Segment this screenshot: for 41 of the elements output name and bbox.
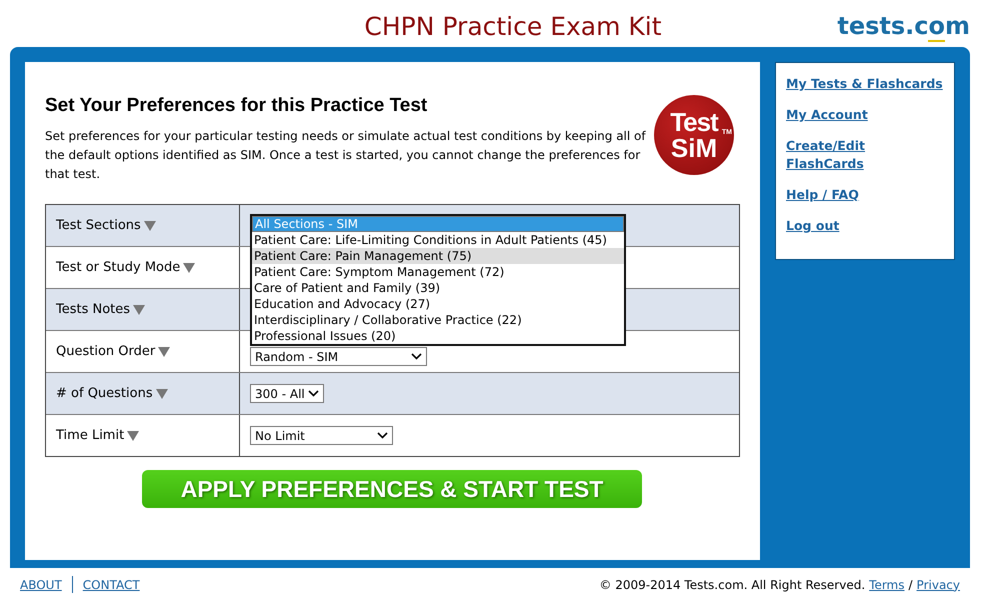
sidebar-link[interactable]: My Account — [786, 106, 944, 124]
dropdown-triangle-icon[interactable] — [158, 347, 170, 357]
sidebar-link[interactable]: My Tests & Flashcards — [786, 75, 944, 93]
dropdown-option[interactable]: Patient Care: Pain Management (75) — [252, 248, 624, 264]
select-field[interactable]: No Limit — [250, 426, 393, 445]
preference-label: # of Questions — [56, 386, 153, 401]
preference-label: Question Order — [56, 344, 156, 359]
chevron-down-icon[interactable] — [411, 353, 422, 360]
dropdown-option[interactable]: Professional Issues (20) — [252, 328, 624, 344]
dropdown-triangle-icon[interactable] — [127, 431, 140, 441]
copyright-text: © 2009-2014 Tests.com. All Right Reserved. — [599, 578, 866, 592]
preference-label: Tests Notes — [56, 302, 130, 317]
footer-link[interactable]: ABOUT — [20, 578, 62, 592]
dropdown-triangle-icon[interactable] — [133, 305, 146, 315]
section-heading: Set Your Preferences for this Practice Test — [45, 95, 428, 117]
select-field[interactable]: Random - SIM — [250, 347, 427, 366]
preference-label: Time Limit — [56, 428, 124, 443]
terms-link[interactable]: Terms — [869, 578, 904, 592]
sidebar-link[interactable]: Create/Edit FlashCards — [786, 137, 886, 173]
dropdown-triangle-icon[interactable] — [144, 221, 156, 231]
dropdown-option[interactable]: Interdisciplinary / Collaborative Practice (22) — [252, 312, 624, 328]
sidebar-link[interactable]: Help / FAQ — [786, 186, 944, 204]
privacy-link[interactable]: Privacy — [916, 578, 960, 592]
dropdown-option[interactable]: Patient Care: Symptom Management (72) — [252, 264, 624, 280]
intro-paragraph: Set preferences for your particular testing needs or simulate actual test conditions by keeping all of the default options identified as SIM. Once a test is started, you cannot change the preferences for that test. — [45, 128, 647, 183]
dropdown-option[interactable]: Care of Patient and Family (39) — [252, 280, 624, 296]
link-separator: / — [908, 578, 913, 592]
dropdown-option[interactable]: Education and Advocacy (27) — [252, 296, 624, 312]
preference-label: Test or Study Mode — [56, 260, 180, 275]
footer-link[interactable]: CONTACT — [82, 578, 140, 592]
dropdown-option[interactable]: All Sections - SIM — [252, 216, 624, 232]
site-logo[interactable]: tests.com — [837, 12, 970, 40]
page-title: CHPN Practice Exam Kit — [364, 12, 662, 41]
chevron-down-icon[interactable] — [308, 390, 319, 397]
select-field[interactable]: 300 - All — [250, 384, 324, 403]
sidebar-link[interactable]: Log out — [786, 217, 944, 235]
dropdown-option[interactable]: Patient Care: Life-Limiting Conditions in Adult Patients (45) — [252, 232, 624, 248]
dropdown-triangle-icon[interactable] — [183, 263, 196, 273]
chevron-down-icon[interactable] — [377, 432, 388, 439]
dropdown-triangle-icon[interactable] — [156, 389, 168, 399]
preference-label: Test Sections — [56, 218, 141, 233]
